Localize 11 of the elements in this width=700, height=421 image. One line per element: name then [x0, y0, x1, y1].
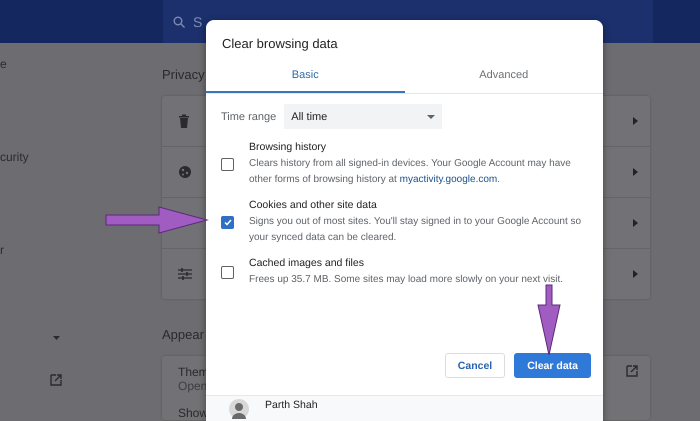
section-heading: Privacy [162, 67, 205, 82]
option-title: Browsing history [249, 141, 328, 153]
option-description: Signs you out of most sites. You'll stay signed in to your Google Account so your synced data can be cleared. [249, 215, 582, 245]
account-name: Parth Shah [265, 399, 318, 411]
section-heading: Appear [162, 327, 204, 342]
option-description: Clears history from all signed-in devices. Your Google Account may have other forms of browsing history at myactivity.google.com. [249, 157, 572, 187]
field-label: Time range [221, 110, 276, 122]
option-description: Frees up 35.7 MB. Some sites may load more slowly on your next visit. [249, 273, 564, 287]
option-title: Cached images and files [249, 257, 365, 269]
dialog-title: Clear browsing data [221, 35, 339, 53]
option-title: Cookies and other site data [249, 199, 378, 211]
